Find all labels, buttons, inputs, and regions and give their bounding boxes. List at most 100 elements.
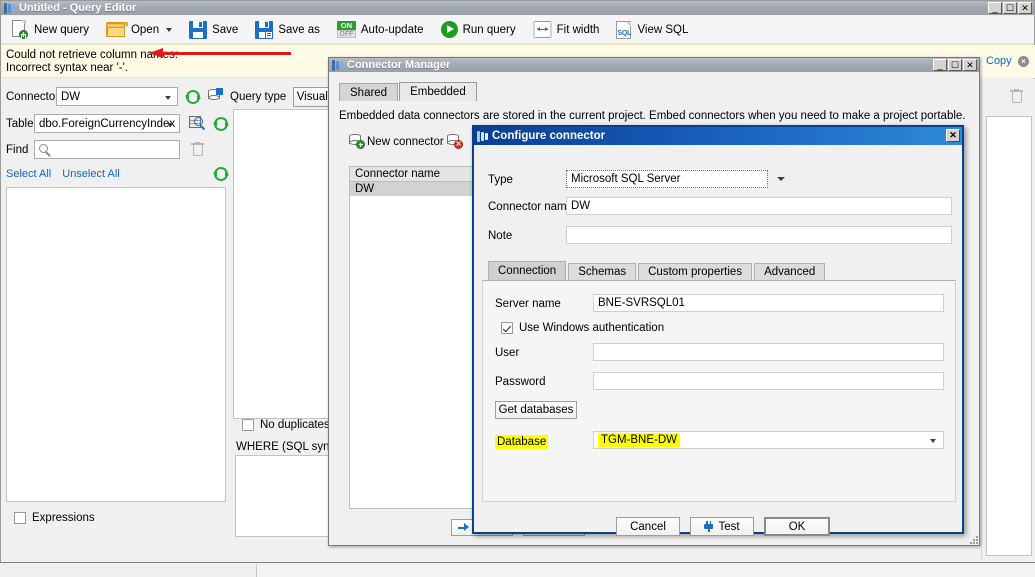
tab-shared[interactable]: Shared	[339, 83, 399, 101]
import-arrow-icon	[458, 523, 470, 532]
clear-find-icon[interactable]	[191, 142, 204, 157]
app-title: Untitled - Query Editor	[19, 2, 137, 14]
delete-item-icon[interactable]	[1010, 89, 1023, 104]
expressions-label: Expressions	[32, 512, 95, 524]
connector-manager-titlebar: Connector Manager _ ☐ ✕	[329, 58, 979, 72]
type-select-arrow-button[interactable]	[770, 170, 792, 188]
run-query-button[interactable]: Run query	[437, 18, 520, 42]
no-duplicates-checkbox-row[interactable]: No duplicates	[236, 419, 330, 431]
type-select[interactable]: Microsoft SQL Server	[566, 170, 768, 188]
tab-custom-properties[interactable]: Custom properties	[638, 263, 753, 280]
query-preview-box[interactable]	[233, 109, 331, 419]
no-duplicates-label: No duplicates	[260, 419, 330, 431]
chevron-down-icon	[777, 177, 785, 181]
save-icon	[189, 20, 208, 39]
maximize-icon[interactable]: ☐	[1003, 2, 1017, 14]
refresh-tables-icon[interactable]	[212, 115, 230, 132]
password-input[interactable]	[593, 372, 944, 390]
database-value: TGM-BNE-DW	[598, 433, 681, 447]
refresh-connector-icon[interactable]	[184, 88, 202, 105]
server-name-label: Server name	[495, 298, 561, 310]
save-label: Save	[212, 23, 239, 36]
query-type-label: Query type	[230, 91, 287, 103]
query-type-visual-button[interactable]: Visual	[293, 87, 332, 107]
fit-width-button[interactable]: Fit width	[529, 18, 604, 42]
manage-connectors-icon[interactable]	[208, 88, 223, 104]
auto-update-label: Auto-update	[360, 23, 424, 36]
tab-custom-properties-label: Custom properties	[648, 266, 743, 278]
chevron-down-icon[interactable]	[166, 27, 173, 32]
server-name-value: BNE-SVRSQL01	[598, 297, 685, 309]
windows-auth-checkbox-row[interactable]: Use Windows authentication	[495, 322, 664, 334]
new-connector-icon	[349, 134, 365, 149]
connector-manager-description: Embedded data connectors are stored in t…	[339, 110, 966, 122]
copy-error-link[interactable]: Copy	[986, 55, 1012, 67]
tab-embedded-label: Embedded	[410, 86, 466, 98]
save-button[interactable]: Save	[185, 18, 242, 42]
connector-manager-title: Connector Manager	[347, 59, 451, 71]
open-button[interactable]: Open	[102, 18, 176, 42]
save-as-icon	[255, 20, 274, 39]
save-as-button[interactable]: Save as	[251, 18, 324, 42]
refresh-columns-icon[interactable]	[212, 165, 230, 183]
expressions-checkbox[interactable]	[14, 512, 26, 524]
find-input[interactable]	[34, 140, 180, 159]
no-duplicates-checkbox[interactable]	[242, 419, 254, 431]
new-query-button[interactable]: New query	[8, 18, 93, 42]
tab-connection-label: Connection	[498, 265, 557, 277]
cancel-button[interactable]: Cancel	[616, 517, 680, 536]
dismiss-error-icon[interactable]: ×	[1018, 56, 1029, 67]
get-databases-label: Get databases	[498, 404, 574, 416]
table-select[interactable]: dbo.ForeignCurrencyIndex	[34, 114, 180, 133]
new-connector-label: New connector	[367, 135, 444, 148]
where-clause-label: WHERE (SQL syntax, p	[236, 441, 332, 453]
new-document-icon	[12, 20, 29, 39]
database-select[interactable]: TGM-BNE-DW	[593, 431, 944, 449]
app-window-controls: _ ☐ ✕	[988, 2, 1032, 14]
connector-select[interactable]: DW	[56, 87, 178, 106]
note-input[interactable]	[566, 226, 952, 244]
columns-list[interactable]	[6, 187, 226, 502]
right-side-list[interactable]	[986, 116, 1032, 556]
unselect-all-link[interactable]: Unselect All	[62, 168, 119, 180]
configure-connector-titlebar: Configure connector ✕	[474, 127, 962, 145]
select-all-link[interactable]: Select All	[6, 168, 51, 180]
resize-grip[interactable]	[966, 532, 978, 544]
windows-auth-label: Use Windows authentication	[519, 322, 665, 334]
tab-schemas[interactable]: Schemas	[568, 263, 637, 280]
user-input[interactable]	[593, 343, 944, 361]
configure-connector-dialog: Configure connector ✕ Type Microsoft SQL…	[472, 125, 964, 536]
delete-connector-button[interactable]: ✕	[447, 134, 463, 149]
tab-advanced[interactable]: Advanced	[754, 263, 826, 280]
connector-row-name: DW	[355, 183, 375, 195]
new-connector-button[interactable]: New connector	[349, 134, 444, 149]
close-icon[interactable]: ✕	[963, 59, 977, 71]
connector-manager-tabs: Shared Embedded	[339, 82, 478, 101]
windows-auth-checkbox[interactable]	[501, 322, 513, 334]
minimize-icon[interactable]: _	[988, 2, 1002, 14]
select-links-row: Select All Unselect All	[6, 168, 120, 180]
connector-name-input[interactable]: DW	[566, 197, 952, 215]
find-label: Find	[6, 143, 29, 156]
ok-button[interactable]: OK	[764, 517, 830, 536]
app-logo-icon	[4, 2, 16, 14]
minimize-icon[interactable]: _	[933, 59, 947, 71]
close-icon[interactable]: ✕	[1018, 2, 1032, 14]
new-query-label: New query	[34, 23, 89, 36]
tab-embedded[interactable]: Embedded	[399, 82, 477, 101]
type-value: Microsoft SQL Server	[571, 173, 681, 185]
where-clause-input[interactable]	[235, 455, 332, 537]
expressions-checkbox-row[interactable]: Expressions	[8, 512, 95, 524]
connection-tab-panel: Server name BNE-SVRSQL01 Use Windows aut…	[482, 280, 956, 502]
auto-update-button[interactable]: ON OFF Auto-update	[333, 18, 428, 42]
close-icon[interactable]: ✕	[946, 129, 960, 142]
get-databases-button[interactable]: Get databases	[495, 401, 577, 419]
maximize-icon[interactable]: ☐	[948, 59, 962, 71]
test-button[interactable]: Test	[690, 517, 754, 536]
tab-connection[interactable]: Connection	[488, 261, 567, 280]
view-sql-button[interactable]: SQL View SQL	[612, 18, 692, 42]
tab-shared-label: Shared	[350, 86, 388, 99]
note-label: Note	[488, 230, 513, 242]
server-name-input[interactable]: BNE-SVRSQL01	[593, 294, 944, 312]
browse-tables-icon[interactable]	[189, 116, 206, 131]
